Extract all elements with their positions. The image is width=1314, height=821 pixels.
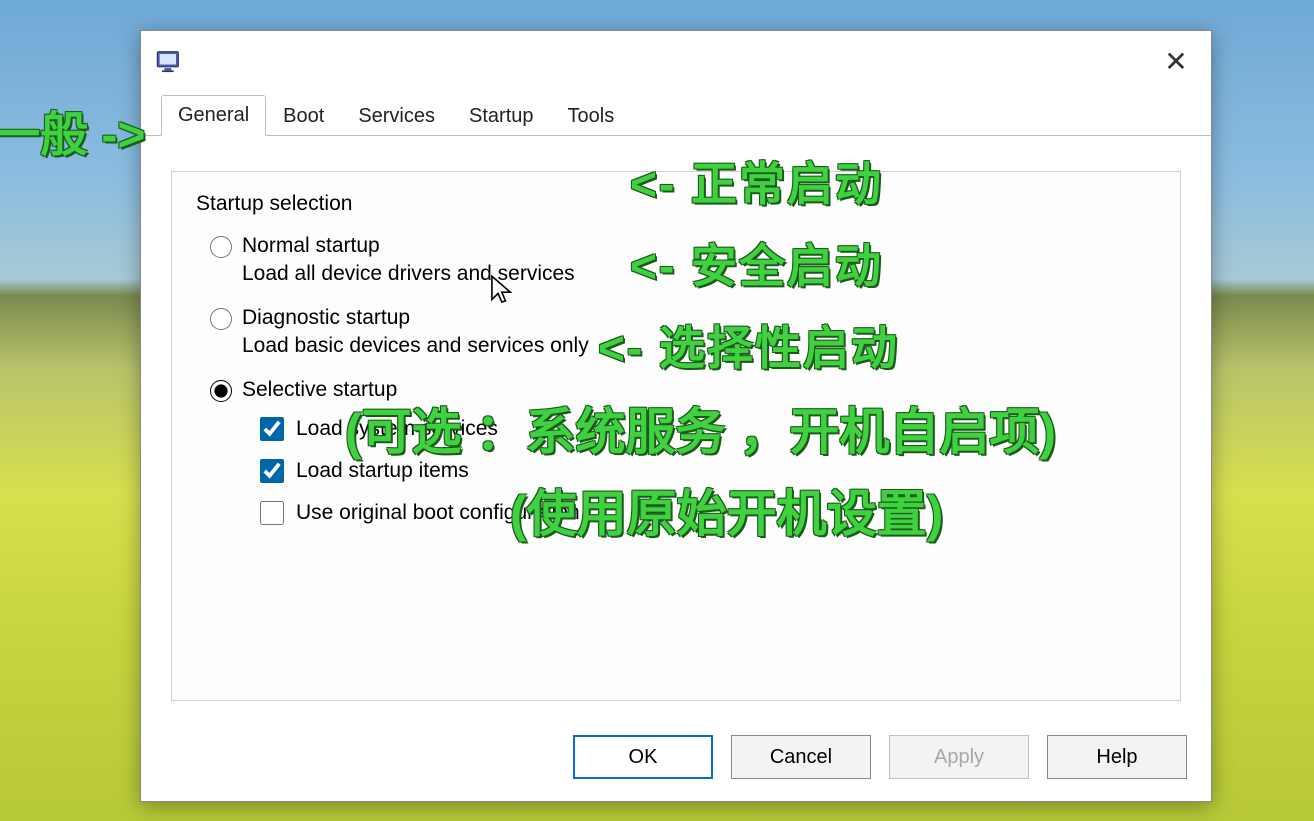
check-orig-input[interactable] [260,501,284,525]
tab-boot[interactable]: Boot [266,96,341,136]
help-button[interactable]: Help [1047,735,1187,779]
apply-button: Apply [889,735,1029,779]
general-panel: Startup selection Normal startup Load al… [171,171,1181,701]
titlebar: ✕ [141,31,1211,91]
tab-startup[interactable]: Startup [452,96,550,136]
check-items-label: Load startup items [296,459,469,483]
dialog-buttons: OK Cancel Apply Help [573,735,1187,779]
ok-button[interactable]: OK [573,735,713,779]
diagnostic-desc: Load basic devices and services only [242,334,1156,358]
desktop-background: ✕ General Boot Services Startup Tools St… [0,0,1314,821]
tab-strip: General Boot Services Startup Tools [141,91,1211,136]
tab-general[interactable]: General [161,95,266,136]
check-use-original-boot[interactable]: Use original boot configuration [256,498,1156,528]
group-title: Startup selection [196,192,1156,216]
check-sys-input[interactable] [260,417,284,441]
msconfig-dialog: ✕ General Boot Services Startup Tools St… [140,30,1212,802]
radio-diagnostic-input[interactable] [210,308,232,330]
close-button[interactable]: ✕ [1141,31,1211,91]
cancel-button[interactable]: Cancel [731,735,871,779]
radio-normal-input[interactable] [210,236,232,258]
radio-selective-label: Selective startup [242,378,397,402]
tab-services[interactable]: Services [341,96,452,136]
anno-left: 一般 -> [0,95,145,165]
close-icon: ✕ [1164,45,1187,78]
check-load-system-services[interactable]: Load system services [256,414,1156,444]
normal-desc: Load all device drivers and services [242,262,1156,286]
radio-selective-startup[interactable]: Selective startup [210,378,1156,402]
check-sys-label: Load system services [296,417,498,441]
check-items-input[interactable] [260,459,284,483]
radio-selective-input[interactable] [210,380,232,402]
radio-normal-label: Normal startup [242,234,380,258]
check-load-startup-items[interactable]: Load startup items [256,456,1156,486]
radio-normal-startup[interactable]: Normal startup [210,234,1156,258]
msconfig-icon [155,47,183,75]
radio-diagnostic-label: Diagnostic startup [242,306,410,330]
check-orig-label: Use original boot configuration [296,501,580,525]
tab-tools[interactable]: Tools [551,96,632,136]
radio-diagnostic-startup[interactable]: Diagnostic startup [210,306,1156,330]
